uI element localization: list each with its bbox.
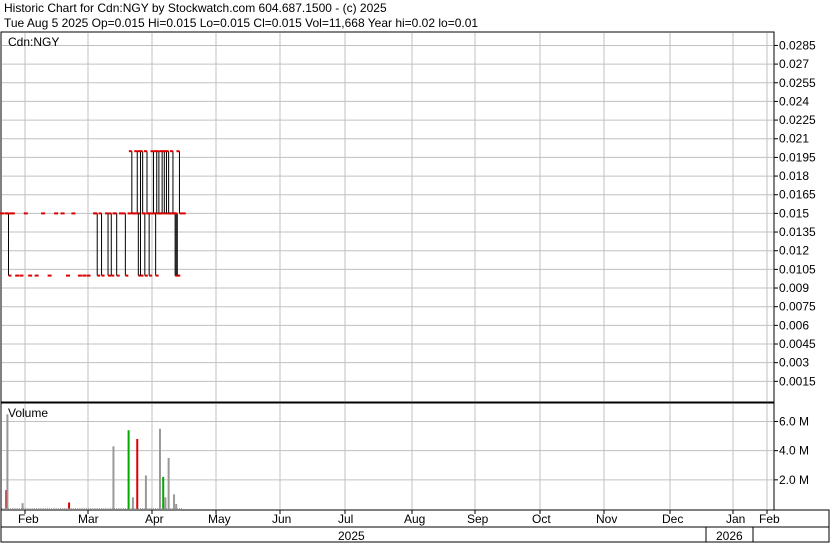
chart-header-title: Historic Chart for Cdn:NGY by Stockwatch…	[4, 1, 387, 15]
year-label: 2025	[338, 529, 365, 543]
time-axis: Feb Mar Apr May Jun Jul Aug Sep Oct Nov Dec Jan Feb 2…	[0, 509, 830, 543]
symbol-label: Cdn:NGY	[8, 35, 59, 49]
price-tick-label: 0.0255	[779, 76, 816, 90]
month-tick-label: Feb	[759, 512, 780, 526]
price-tick-label: 0.0015	[779, 374, 816, 388]
price-tick-label: 0.027	[779, 57, 809, 71]
price-tick-label: 0.018	[779, 169, 809, 183]
year-label: 2026	[716, 529, 743, 543]
price-tick-label: 0.015	[779, 206, 809, 220]
volume-tick-label: 2.0 M	[779, 473, 809, 487]
price-tick-label: 0.0135	[779, 225, 816, 239]
price-panel: Cdn:NGY 0.02850.0270.02550.0240.02250.02…	[0, 31, 816, 403]
volume-tick-label: 6.0 M	[779, 415, 809, 429]
month-tick-label: Jun	[272, 512, 291, 526]
month-tick-label: Mar	[78, 512, 99, 526]
month-tick-label: Sep	[467, 512, 489, 526]
volume-tick-label: 4.0 M	[779, 444, 809, 458]
price-tick-label: 0.021	[779, 132, 809, 146]
price-tick-label: 0.0045	[779, 337, 816, 351]
volume-panel: Volume 6.0 M 4.0 M 2.0 M	[0, 402, 809, 511]
price-tick-label: 0.009	[779, 281, 809, 295]
price-y-axis: 0.0285 0.027 0.0255 0.024 0.0225 0.021 0.0195 0…	[774, 38, 816, 388]
price-tick-label: 0.0225	[779, 113, 816, 127]
price-tick-label: 0.0105	[779, 262, 816, 276]
price-tick-label: 0.024	[779, 94, 809, 108]
price-tick-label: 0.012	[779, 244, 809, 258]
volume-label: Volume	[8, 406, 48, 420]
price-tick-label: 0.006	[779, 318, 809, 332]
price-tick-label: 0.0285	[779, 38, 816, 52]
month-tick-label: Jan	[726, 512, 745, 526]
chart-header-quote: Tue Aug 5 2025 Op=0.015 Hi=0.015 Lo=0.01…	[4, 16, 478, 30]
month-tick-label: Nov	[596, 512, 617, 526]
volume-panel-frame	[0, 402, 775, 511]
price-tick-label: 0.0195	[779, 150, 816, 164]
month-tick-label: Apr	[145, 512, 164, 526]
month-tick-label: Feb	[18, 512, 39, 526]
volume-y-axis: 6.0 M 4.0 M 2.0 M	[774, 415, 809, 487]
month-tick-label: Dec	[662, 512, 683, 526]
price-tick-label: 0.0165	[779, 188, 816, 202]
price-tick-label: 0.003	[779, 356, 809, 370]
month-tick-label: May	[208, 512, 231, 526]
stock-chart: Historic Chart for Cdn:NGY by Stockwatch…	[0, 1, 830, 543]
price-tick-label: 0.0075	[779, 300, 816, 314]
month-tick-label: Oct	[532, 512, 551, 526]
month-tick-label: Jul	[338, 512, 353, 526]
month-tick-label: Aug	[404, 512, 425, 526]
